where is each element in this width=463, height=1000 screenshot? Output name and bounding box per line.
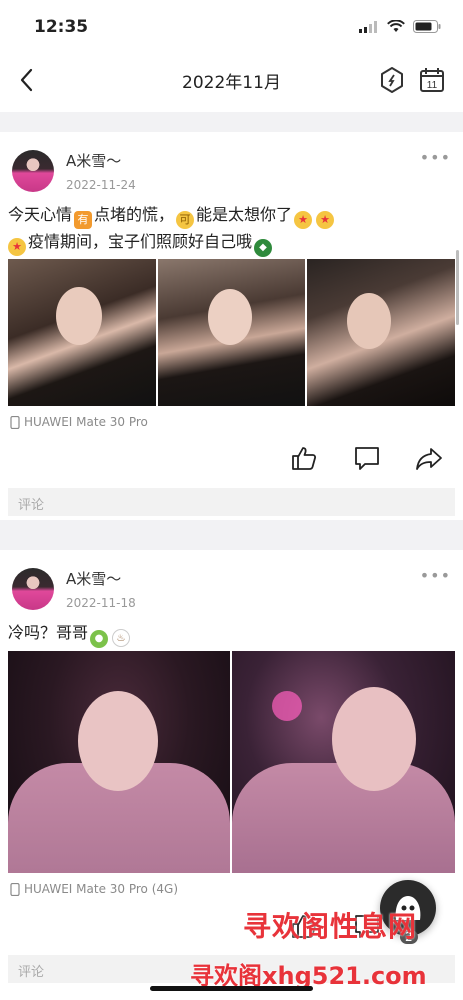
post-photo[interactable] [307,259,455,406]
home-indicator [150,986,313,991]
photo-face [56,287,102,345]
post-photo[interactable] [158,259,305,406]
star-eyes-emoji-icon: ★ [294,211,313,229]
post-date: 2022-11-24 [66,178,136,192]
like-thumbs-up-icon[interactable] [290,444,318,472]
post-author-name[interactable]: A米雪～ [66,568,121,589]
avatar[interactable] [12,150,54,192]
post-text-part: 今天心情 [8,205,73,224]
comment-input[interactable]: 评论 [8,488,455,516]
photo-face [78,691,158,791]
status-bar: 12:35 [0,0,463,52]
star-eyes-emoji-icon: ★ [8,238,26,256]
hexagon-filter-icon[interactable] [379,66,405,94]
status-icons [359,20,441,33]
photo-face [347,293,391,349]
star-eyes-emoji-icon: ★ [316,211,335,229]
photo-face [208,289,252,345]
wifi-icon [387,20,405,32]
comment-bubble-icon[interactable] [353,444,381,472]
post-text-part: 疫情期间，宝子们照顾好自己哦 [28,232,253,251]
status-time: 12:35 [34,17,89,37]
post-photo[interactable] [8,259,156,406]
emoji-circle: 可 [176,211,195,229]
photo-sweater [232,763,455,873]
scrollbar[interactable] [456,250,459,325]
avatar[interactable] [12,568,54,610]
more-options-icon[interactable]: ••• [420,566,451,585]
post-date: 2022-11-18 [66,596,136,610]
photo-light [272,691,302,721]
calendar-button[interactable]: 11 [419,66,445,98]
post-photo[interactable] [8,651,230,873]
divider [0,520,463,550]
moment-post: A米雪～ 2022-11-24 ••• 今天心情有点堵的慌，可能是太想你了 ★ ★ … [0,132,463,520]
post-text-part: 冷吗？哥哥 [8,623,89,642]
post-author-name[interactable]: A米雪～ [66,150,121,171]
photo-face [332,687,416,791]
phone-icon [10,415,20,429]
hot-beverage-emoji-icon: ♨ [112,629,131,647]
device-info: HUAWEI Mate 30 Pro (4G) [10,882,178,896]
post-text-part: 能是太想你了 [196,205,293,224]
signal-icon [359,20,377,33]
battery-icon [413,20,441,33]
post-actions [0,444,463,474]
post-text: 冷吗？哥哥 ● ♨ [8,620,455,648]
calendar-icon: 11 [420,68,444,92]
phone-icon [10,882,20,896]
more-options-icon[interactable]: ••• [420,148,451,167]
dinosaur-emoji-icon: ◆ [254,239,273,257]
post-text: 今天心情有点堵的慌，可能是太想你了 ★ ★ ★ 疫情期间，宝子们照顾好自己哦 ◆ [8,202,455,257]
calendar-day: 11 [427,80,438,91]
device-name: HUAWEI Mate 30 Pro [24,415,148,429]
share-arrow-icon[interactable] [415,444,443,472]
device-info: HUAWEI Mate 30 Pro [10,415,148,429]
divider [0,112,463,132]
cold-face-emoji-icon: ● [90,630,109,648]
navbar: 2022年11月 11 [0,52,463,112]
post-text-part: 点堵的慌， [94,205,175,224]
post-photo[interactable] [232,651,455,873]
device-name: HUAWEI Mate 30 Pro (4G) [24,882,179,896]
emoji-box: 有 [74,211,93,229]
watermark-text: 寻欢阁性息网 [243,910,418,943]
